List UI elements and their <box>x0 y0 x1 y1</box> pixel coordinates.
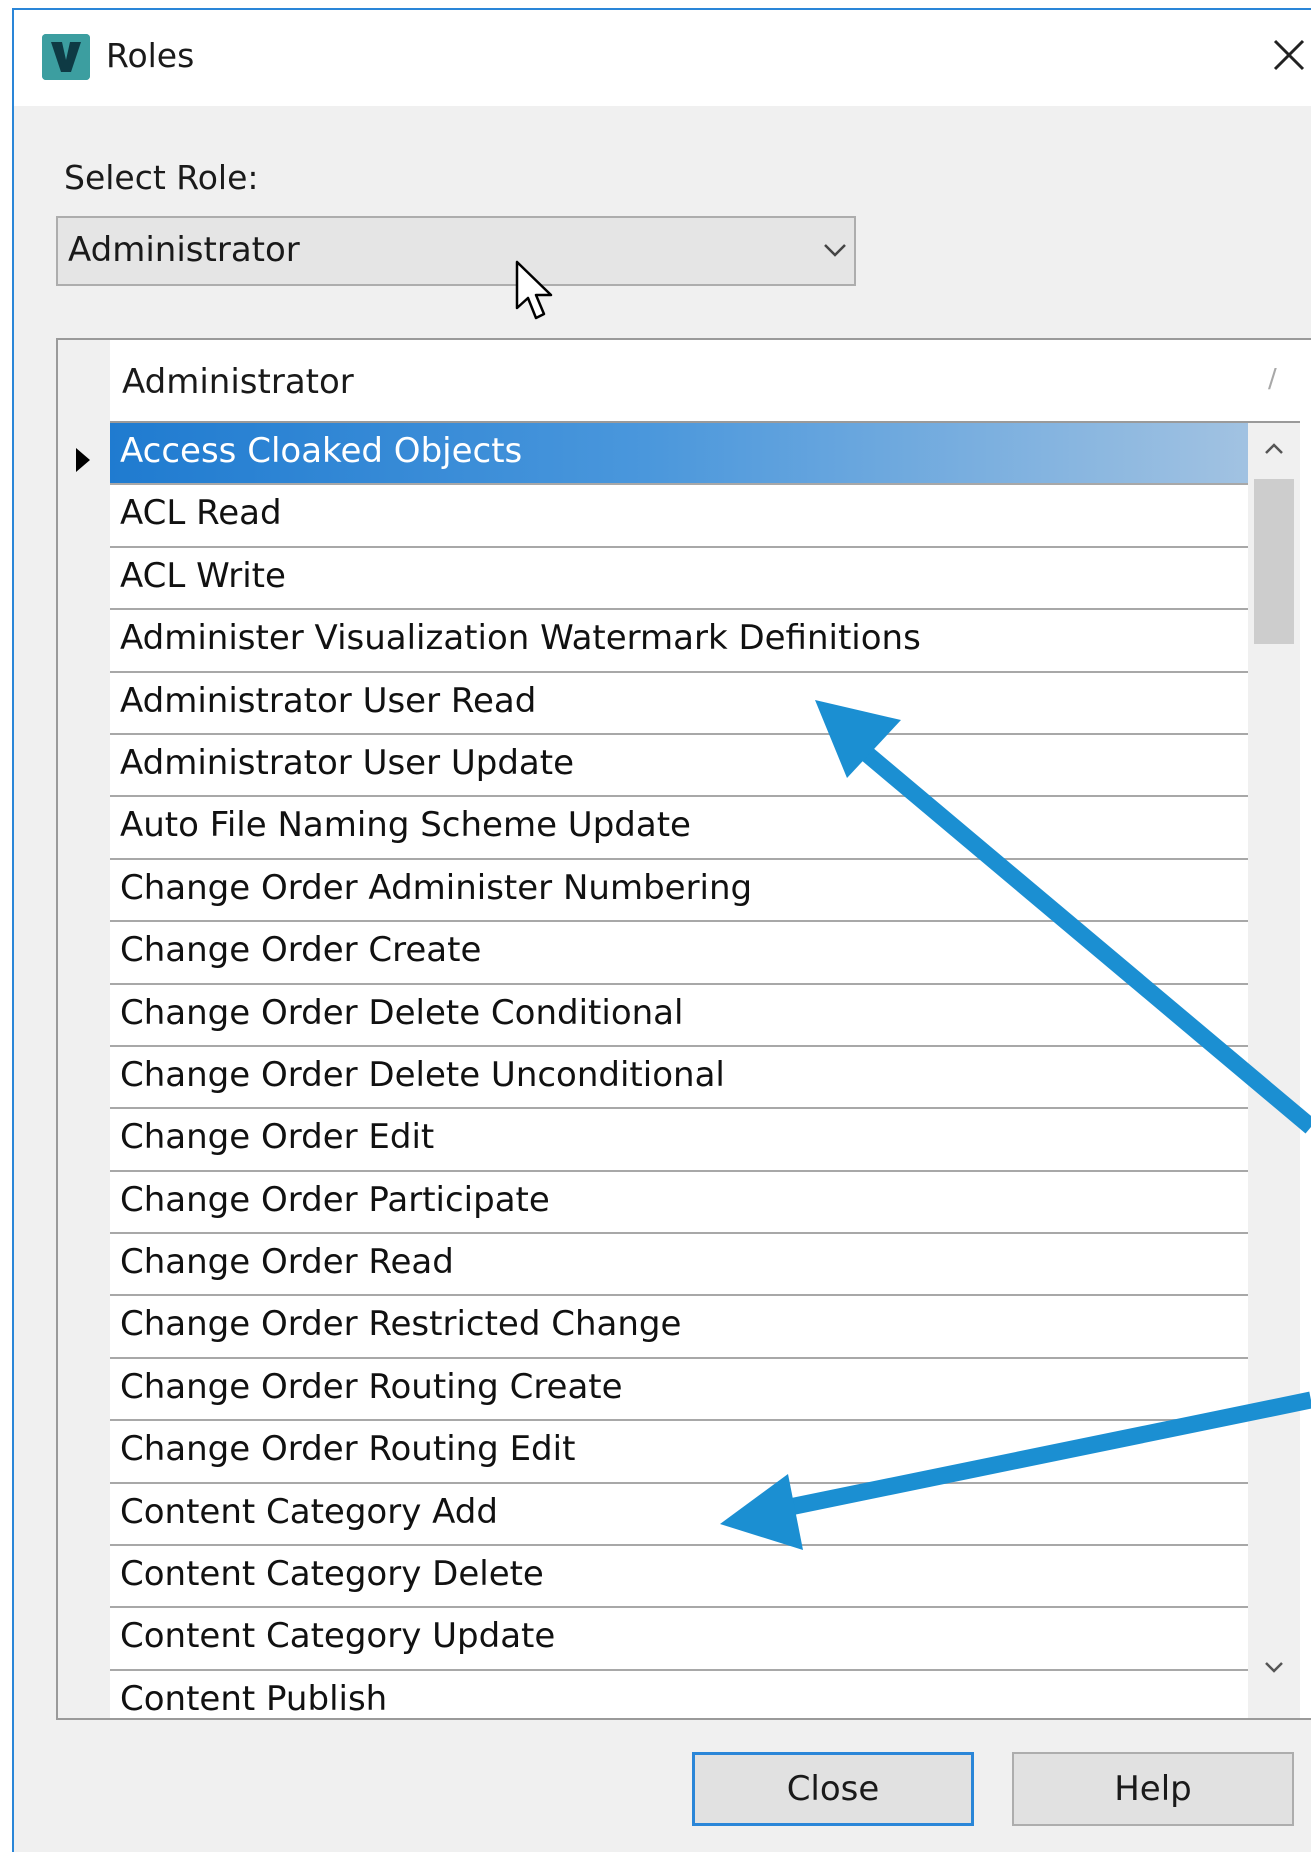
table-row[interactable]: Administrator User Read <box>110 672 1300 735</box>
scroll-down-icon[interactable] <box>1262 1659 1286 1679</box>
table-row[interactable]: ACL Read <box>110 485 1300 548</box>
column-header[interactable]: Administrator / <box>110 340 1300 423</box>
role-dropdown[interactable]: Administrator <box>56 216 856 286</box>
table-row[interactable]: Change Order Participate <box>110 1171 1300 1235</box>
table-row[interactable]: Change Order Restricted Change <box>110 1296 1300 1359</box>
table-row[interactable]: Change Order Delete Unconditional <box>110 1046 1300 1110</box>
select-role-label: Select Role: <box>64 158 259 197</box>
window-title: Roles <box>106 36 195 75</box>
table-row[interactable]: Content Category Add <box>110 1483 1300 1547</box>
title-bar: Roles <box>14 10 1311 106</box>
vault-v-icon <box>42 34 90 80</box>
permission-cell: Change Order Routing Create <box>120 1366 623 1407</box>
table-row[interactable]: Content Publish <box>110 1670 1300 1719</box>
table-row[interactable]: Administer Visualization Watermark Defin… <box>110 610 1300 673</box>
table-row[interactable]: Change Order Delete Conditional <box>110 984 1300 1047</box>
permission-cell: ACL Write <box>120 555 286 596</box>
role-dropdown-value: Administrator <box>68 230 300 270</box>
permission-cell: Content Category Delete <box>120 1554 544 1595</box>
permission-cell: Change Order Edit <box>120 1117 435 1158</box>
permission-cell: Administrator User Update <box>120 742 575 783</box>
table-row[interactable]: ACL Write <box>110 547 1300 611</box>
help-button[interactable]: Help <box>1012 1752 1294 1826</box>
permission-cell: Change Order Administer Numbering <box>120 867 753 908</box>
table-row[interactable]: Content Category Update <box>110 1608 1300 1671</box>
grid-rows: Access Cloaked Objects ACL Read ACL Write A… <box>110 423 1300 1719</box>
table-row[interactable]: Administrator User Update <box>110 734 1300 798</box>
permission-cell: Change Order Delete Unconditional <box>120 1054 725 1095</box>
table-row[interactable]: Change Order Administer Numbering <box>110 859 1300 923</box>
permission-cell: Change Order Restricted Change <box>120 1304 682 1345</box>
permission-cell: Change Order Create <box>120 930 482 971</box>
table-row[interactable]: Auto File Naming Scheme Update <box>110 797 1300 860</box>
mouse-cursor-icon <box>514 260 558 328</box>
permission-cell: Change Order Participate <box>120 1179 550 1220</box>
column-header-label: Administrator <box>122 362 354 402</box>
permission-cell: Content Category Add <box>120 1491 498 1532</box>
close-button[interactable]: Close <box>692 1752 974 1826</box>
table-row[interactable]: Change Order Create <box>110 922 1300 985</box>
permission-cell: Administrator User Read <box>120 680 537 721</box>
table-row[interactable]: Access Cloaked Objects <box>110 423 1300 486</box>
permission-cell: Administer Visualization Watermark Defin… <box>120 618 921 659</box>
table-row[interactable]: Change Order Routing Edit <box>110 1421 1300 1484</box>
roles-dialog: Roles Select Role: Administrator Adminis… <box>12 8 1311 1852</box>
table-row[interactable]: Change Order Routing Create <box>110 1358 1300 1422</box>
permission-cell: ACL Read <box>120 493 282 534</box>
permissions-grid[interactable]: Administrator / Access Cloaked Objects AC… <box>56 338 1311 1720</box>
permission-cell: Content Publish <box>120 1678 388 1719</box>
table-row[interactable]: Content Category Delete <box>110 1546 1300 1609</box>
chevron-down-icon[interactable] <box>821 240 849 264</box>
scroll-up-icon[interactable] <box>1262 441 1286 461</box>
permission-cell: Access Cloaked Objects <box>120 431 523 471</box>
permission-cell: Change Order Read <box>120 1242 454 1283</box>
permission-cell: Auto File Naming Scheme Update <box>120 805 691 846</box>
table-row[interactable]: Change Order Read <box>110 1234 1300 1297</box>
current-row-pointer-icon <box>76 448 90 472</box>
row-header-column <box>58 340 111 1718</box>
vertical-scrollbar[interactable] <box>1248 423 1300 1718</box>
close-icon[interactable] <box>1266 32 1311 78</box>
sort-indicator-icon: / <box>1268 364 1277 394</box>
permission-cell: Change Order Delete Conditional <box>120 992 684 1033</box>
permission-cell: Change Order Routing Edit <box>120 1429 576 1470</box>
permission-cell: Content Category Update <box>120 1616 556 1657</box>
table-row[interactable]: Change Order Edit <box>110 1109 1300 1172</box>
scroll-thumb[interactable] <box>1254 479 1294 644</box>
